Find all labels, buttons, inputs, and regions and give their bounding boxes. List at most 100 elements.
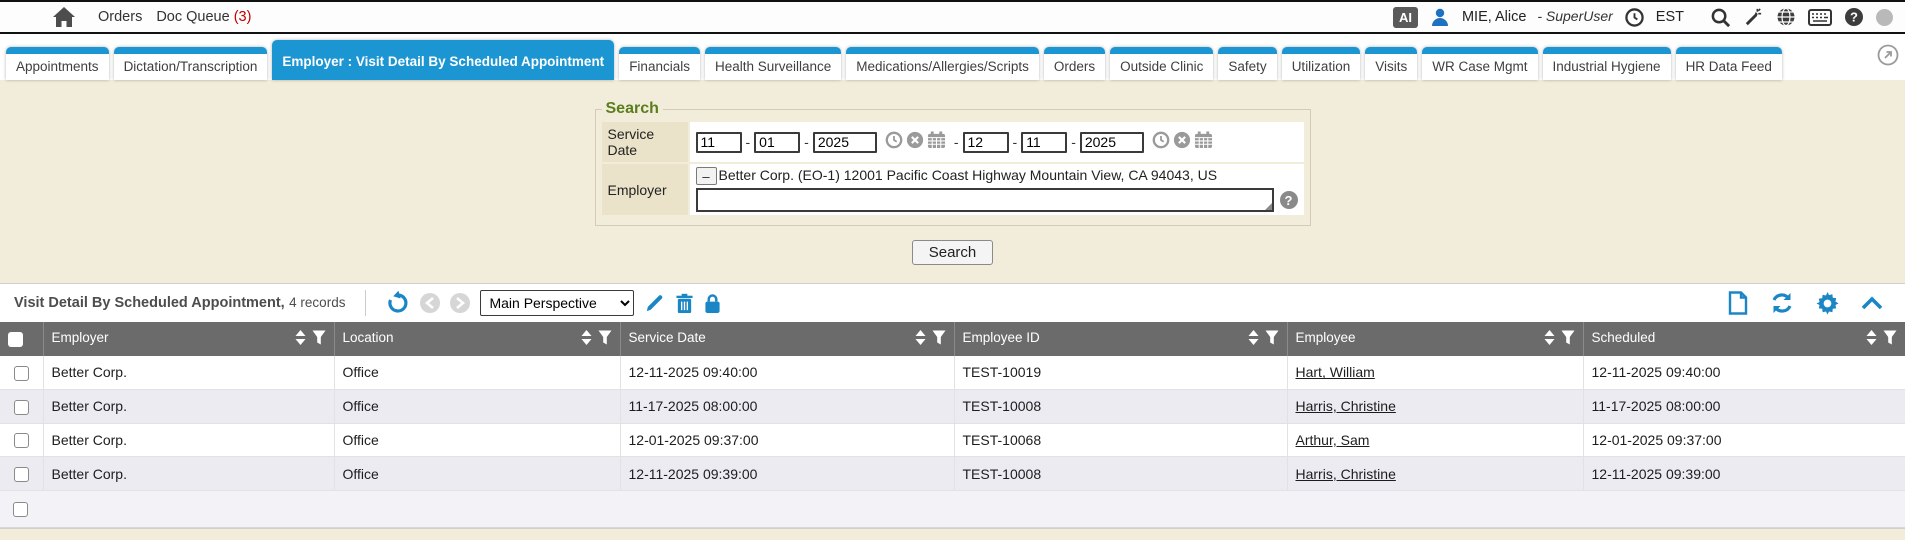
row-checkbox[interactable] xyxy=(14,467,29,482)
search-button[interactable]: Search xyxy=(912,240,994,265)
to-time-clock-icon[interactable] xyxy=(1152,131,1170,154)
top-bar: Orders Doc Queue (3) AI MIE, Alice - Sup… xyxy=(0,0,1905,34)
cell-scheduled: 12-11-2025 09:40:00 xyxy=(1583,356,1905,389)
column-header-employee-id[interactable]: Employee ID xyxy=(954,322,1287,356)
tab-employer-visit-detail-by-scheduled-appointment[interactable]: Employer : Visit Detail By Scheduled App… xyxy=(272,40,614,80)
select-all-header-cell xyxy=(0,322,43,356)
from-calendar-icon[interactable] xyxy=(927,131,946,154)
home-icon[interactable] xyxy=(52,6,76,28)
to-clear-icon[interactable] xyxy=(1173,131,1191,154)
filter-funnel-icon[interactable] xyxy=(1883,330,1897,348)
breadcrumb-doc-queue[interactable]: Doc Queue (3) xyxy=(156,9,251,25)
tab-outside-clinic[interactable]: Outside Clinic xyxy=(1110,47,1213,80)
to-year-input[interactable] xyxy=(1080,132,1144,153)
row-checkbox[interactable] xyxy=(14,366,29,381)
cell-location: Office xyxy=(334,457,620,491)
perspective-select[interactable]: Main Perspective xyxy=(480,290,634,316)
tab-utilization[interactable]: Utilization xyxy=(1282,47,1361,80)
new-page-icon[interactable] xyxy=(1728,291,1748,315)
filter-funnel-icon[interactable] xyxy=(312,330,326,348)
column-header-service-date[interactable]: Service Date xyxy=(620,322,954,356)
sort-icon[interactable] xyxy=(581,330,592,348)
record-count: 4 records xyxy=(289,295,345,310)
tab-label: Employer : Visit Detail By Scheduled App… xyxy=(282,54,604,69)
tab-safety[interactable]: Safety xyxy=(1218,47,1276,80)
employee-link[interactable]: Harris, Christine xyxy=(1296,398,1396,414)
column-label: Employer xyxy=(52,330,109,345)
tab-orders[interactable]: Orders xyxy=(1044,47,1105,80)
wand-icon[interactable] xyxy=(1743,7,1764,28)
tab-medications-allergies-scripts[interactable]: Medications/Allergies/Scripts xyxy=(846,47,1039,80)
row-checkbox[interactable] xyxy=(14,433,29,448)
footer-checkbox[interactable] xyxy=(13,502,28,517)
from-clear-icon[interactable] xyxy=(906,131,924,154)
search-fieldset: Search Service Date - - xyxy=(595,100,1311,226)
column-header-employee[interactable]: Employee xyxy=(1287,322,1583,356)
date-dash: - xyxy=(746,134,751,150)
employer-help-icon[interactable]: ? xyxy=(1280,191,1298,209)
filter-funnel-icon[interactable] xyxy=(1561,330,1575,348)
ai-badge[interactable]: AI xyxy=(1393,7,1418,28)
edit-pencil-icon[interactable] xyxy=(644,293,665,314)
hamburger-icon[interactable] xyxy=(12,7,38,27)
cell-location: Office xyxy=(334,423,620,457)
undo-icon[interactable] xyxy=(386,291,410,315)
tab-dictation-transcription[interactable]: Dictation/Transcription xyxy=(114,47,268,80)
search-icon[interactable] xyxy=(1710,7,1731,28)
employer-search-input[interactable] xyxy=(696,188,1274,212)
timezone-label: EST xyxy=(1656,9,1684,25)
tab-visits[interactable]: Visits xyxy=(1365,47,1417,80)
keyboard-icon[interactable] xyxy=(1808,9,1832,26)
lock-icon[interactable] xyxy=(704,293,721,314)
collapse-chevron-icon[interactable] xyxy=(1861,296,1883,310)
sort-icon[interactable] xyxy=(1248,330,1259,348)
to-calendar-icon[interactable] xyxy=(1194,131,1213,154)
refresh-icon[interactable] xyxy=(1770,291,1794,315)
column-header-employer[interactable]: Employer xyxy=(43,322,334,356)
to-month-input[interactable] xyxy=(963,132,1009,153)
table-row: Better Corp.Office12-01-2025 09:37:00TES… xyxy=(0,423,1905,457)
column-header-location[interactable]: Location xyxy=(334,322,620,356)
from-time-clock-icon[interactable] xyxy=(885,131,903,154)
gear-icon[interactable] xyxy=(1816,292,1839,315)
tab-health-surveillance[interactable]: Health Surveillance xyxy=(705,47,841,80)
sort-icon[interactable] xyxy=(1544,330,1555,348)
from-year-input[interactable] xyxy=(813,132,877,153)
tab-appointments[interactable]: Appointments xyxy=(6,47,109,80)
tab-wr-case-mgmt[interactable]: WR Case Mgmt xyxy=(1422,47,1537,80)
filter-funnel-icon[interactable] xyxy=(598,330,612,348)
to-day-input[interactable] xyxy=(1021,132,1067,153)
globe-icon[interactable] xyxy=(1776,7,1796,27)
from-month-input[interactable] xyxy=(696,132,742,153)
breadcrumb-orders[interactable]: Orders xyxy=(98,9,142,25)
help-icon[interactable]: ? xyxy=(1844,7,1864,27)
tab-label: Dictation/Transcription xyxy=(124,59,258,74)
filter-funnel-icon[interactable] xyxy=(1265,330,1279,348)
filter-funnel-icon[interactable] xyxy=(932,330,946,348)
trash-icon[interactable] xyxy=(675,293,694,314)
sort-icon[interactable] xyxy=(295,330,306,348)
employee-link[interactable]: Harris, Christine xyxy=(1296,466,1396,482)
employee-link[interactable]: Hart, William xyxy=(1296,364,1375,380)
row-checkbox[interactable] xyxy=(14,400,29,415)
clock-icon[interactable] xyxy=(1625,8,1644,27)
tab-label: Health Surveillance xyxy=(715,59,831,74)
tab-financials[interactable]: Financials xyxy=(619,47,700,80)
column-header-scheduled[interactable]: Scheduled xyxy=(1583,322,1905,356)
from-day-input[interactable] xyxy=(754,132,800,153)
user-label[interactable]: MIE, Alice - SuperUser xyxy=(1462,8,1613,26)
remove-employer-button[interactable]: – xyxy=(696,167,717,185)
tab-industrial-hygiene[interactable]: Industrial Hygiene xyxy=(1543,47,1671,80)
sort-icon[interactable] xyxy=(1866,330,1877,348)
cell-service-date: 12-01-2025 09:37:00 xyxy=(620,423,954,457)
next-icon[interactable] xyxy=(450,293,470,313)
sort-icon[interactable] xyxy=(915,330,926,348)
cell-employee-id: TEST-10019 xyxy=(954,356,1287,389)
cell-scheduled: 11-17-2025 08:00:00 xyxy=(1583,389,1905,423)
person-icon[interactable] xyxy=(1430,7,1450,27)
select-all-checkbox[interactable] xyxy=(8,332,23,347)
prev-icon[interactable] xyxy=(420,293,440,313)
tab-hr-data-feed[interactable]: HR Data Feed xyxy=(1676,47,1782,80)
employee-link[interactable]: Arthur, Sam xyxy=(1296,432,1370,448)
tab-overflow-icon[interactable] xyxy=(1877,44,1899,71)
